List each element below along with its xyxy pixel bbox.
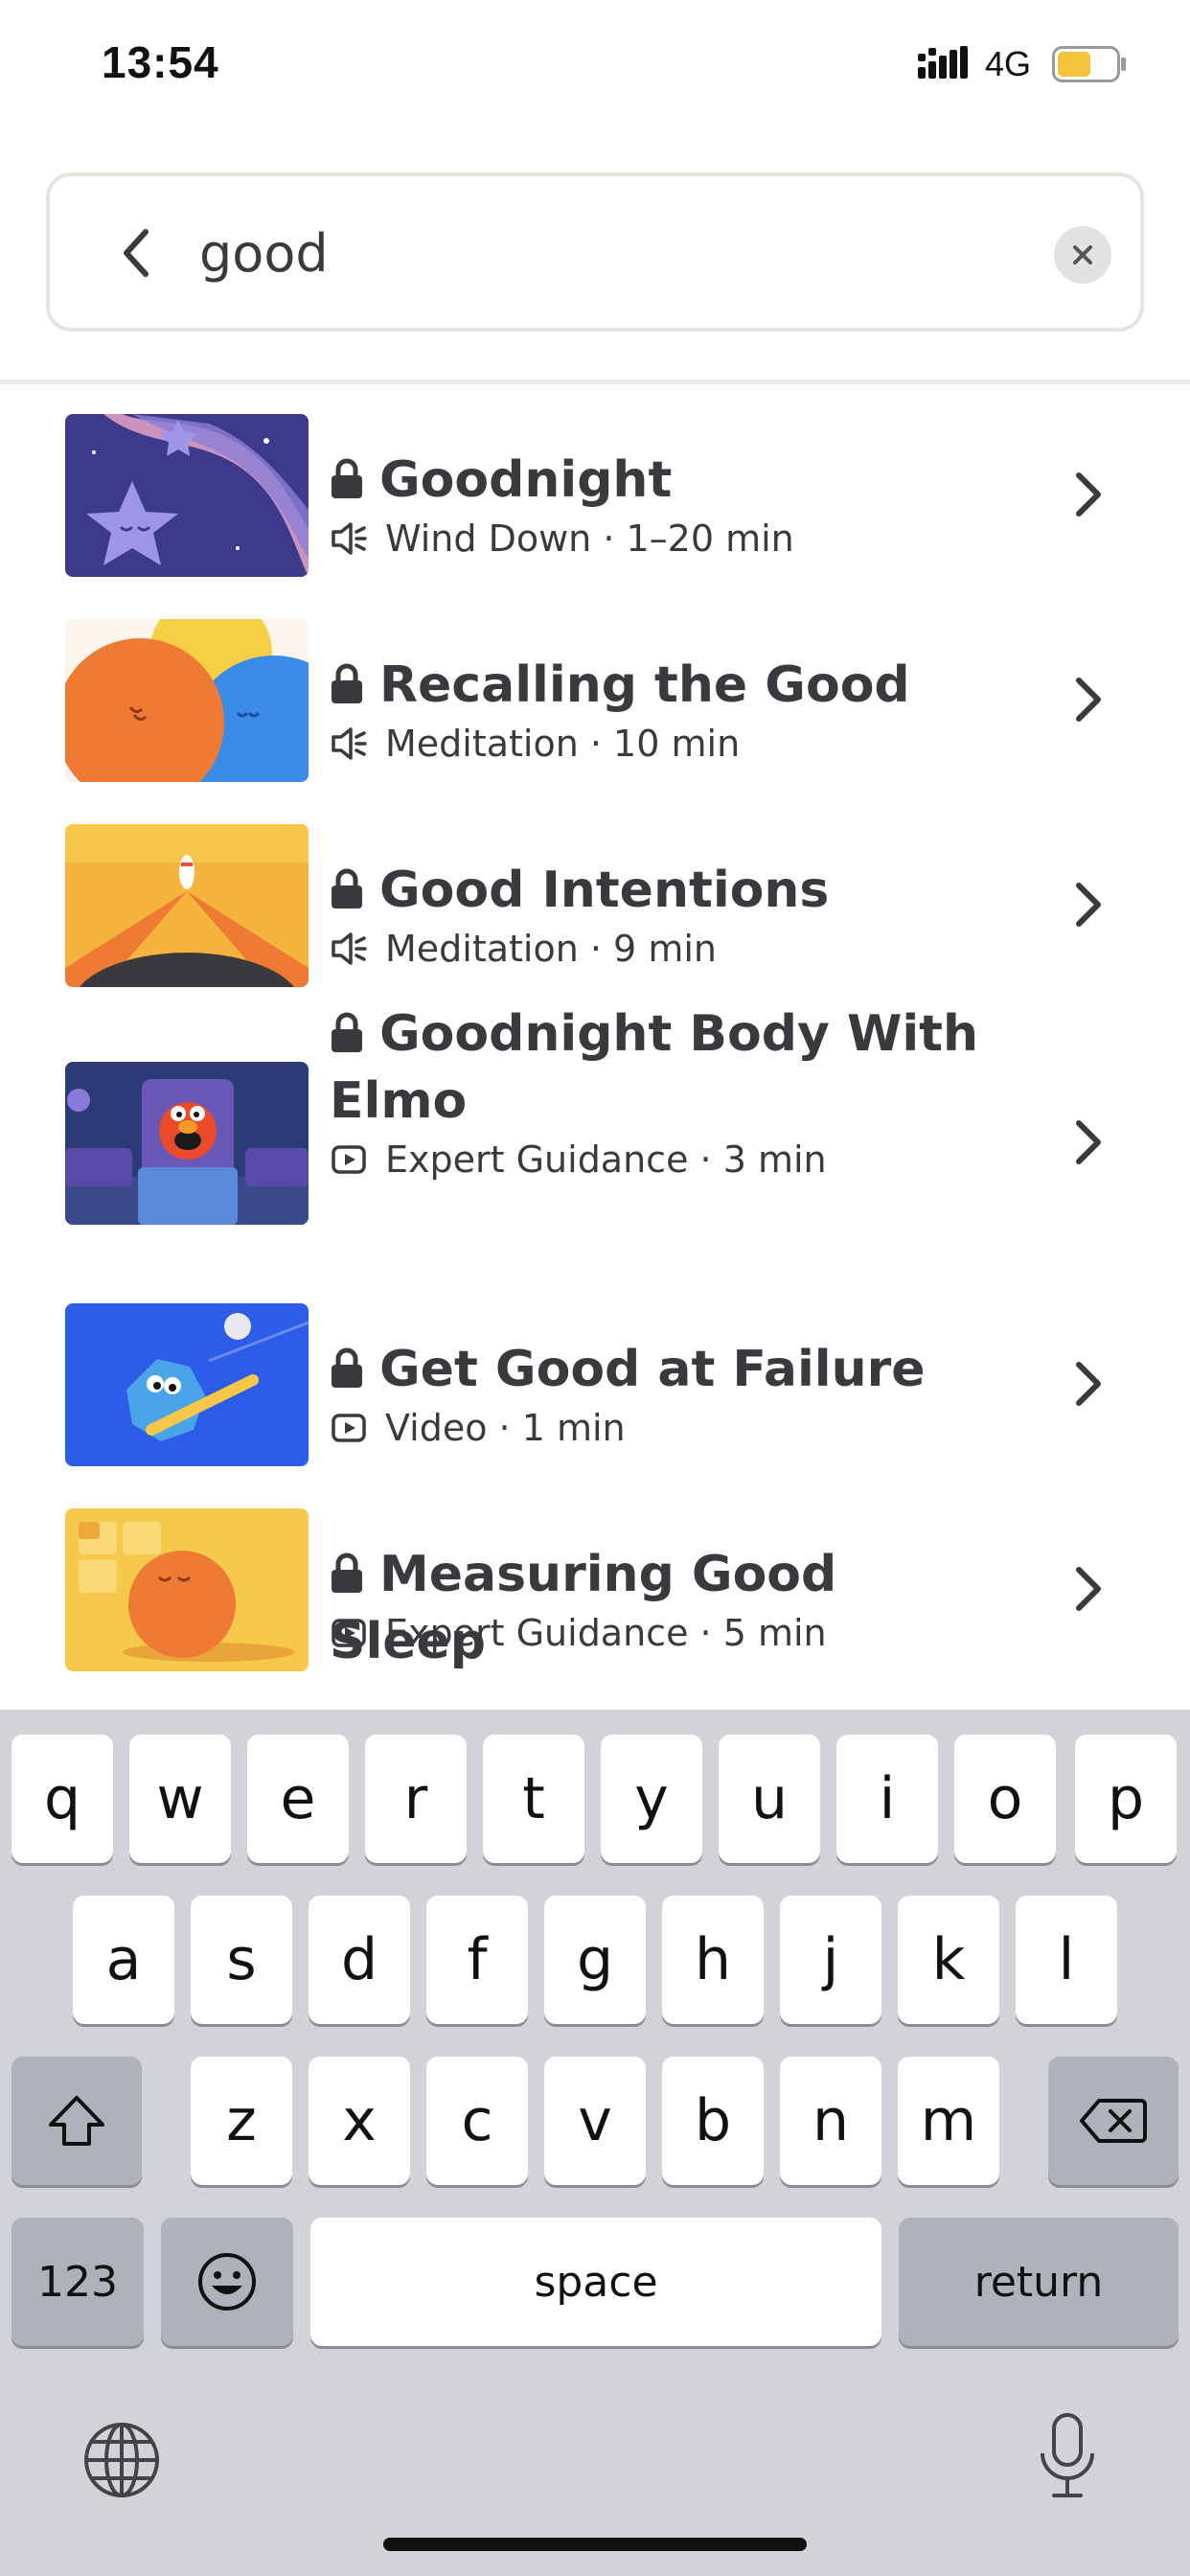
keyboard: q w e r t y u i o p a s d f g h j k l z …: [0, 1710, 1190, 2576]
close-icon: [1073, 245, 1092, 264]
key-d[interactable]: d: [309, 1896, 410, 2024]
thumbnail-goodnight-body-with-elmo: [65, 1062, 309, 1225]
key-q[interactable]: q: [11, 1735, 113, 1863]
home-indicator: [383, 2538, 807, 2551]
backspace-key[interactable]: [1048, 2057, 1179, 2185]
result-meta: Expert Guidance · 3 min: [330, 1138, 827, 1181]
speaker-icon: [332, 932, 367, 965]
result-item[interactable]: Get Good at Failure Video · 1 min: [0, 1273, 1190, 1478]
lock-icon: [332, 868, 362, 908]
key-k[interactable]: k: [898, 1896, 999, 2024]
numbers-key[interactable]: 123: [11, 2218, 144, 2346]
result-item[interactable]: Goodnight Body With Elmo Expert Guidance…: [0, 999, 1190, 1273]
key-t[interactable]: t: [483, 1735, 584, 1863]
key-s[interactable]: s: [191, 1896, 292, 2024]
space-key[interactable]: space: [310, 2218, 881, 2346]
key-h[interactable]: h: [662, 1896, 764, 2024]
key-p[interactable]: p: [1075, 1735, 1177, 1863]
shift-key[interactable]: [11, 2057, 142, 2185]
status-bar: 13:54 4G: [0, 0, 1190, 134]
thumbnail-goodnight: [65, 414, 309, 577]
lock-icon: [332, 458, 362, 498]
key-m[interactable]: m: [898, 2057, 999, 2185]
thumbnail-get-good-at-failure: [65, 1303, 309, 1466]
result-title: Goodnight Body With Elmo: [330, 1005, 979, 1130]
status-time: 13:54: [102, 37, 219, 87]
key-g[interactable]: g: [544, 1896, 646, 2024]
lock-icon: [332, 1012, 362, 1052]
play-icon: [332, 1145, 366, 1174]
play-icon: [332, 1619, 366, 1647]
key-c[interactable]: c: [426, 2057, 528, 2185]
thumbnail-good-intentions: [65, 824, 309, 987]
speaker-icon: [332, 727, 367, 760]
result-title: Goodnight: [330, 447, 991, 514]
lock-icon: [332, 1347, 362, 1388]
key-z[interactable]: z: [191, 2057, 292, 2185]
signal-icon: [918, 46, 968, 79]
key-l[interactable]: l: [1016, 1896, 1117, 2024]
result-title: Good Intentions: [330, 857, 991, 924]
thumbnail-measuring-good-sleep: [65, 1508, 309, 1671]
chevron-right-icon: [1076, 678, 1101, 722]
key-e[interactable]: e: [247, 1735, 349, 1863]
result-meta: Meditation · 9 min: [330, 928, 717, 970]
key-y[interactable]: y: [601, 1735, 702, 1863]
result-meta: Meditation · 10 min: [330, 723, 740, 765]
result-title: Recalling the Good: [330, 652, 991, 719]
play-icon: [332, 1414, 366, 1442]
battery-level: [1058, 52, 1090, 77]
result-meta: Video · 1 min: [330, 1407, 626, 1449]
key-v[interactable]: v: [544, 2057, 646, 2185]
chevron-right-icon: [1076, 1362, 1101, 1406]
return-key[interactable]: return: [899, 2218, 1179, 2346]
chevron-right-icon: [1076, 472, 1101, 517]
key-n[interactable]: n: [780, 2057, 881, 2185]
network-label: 4G: [985, 44, 1032, 83]
key-u[interactable]: u: [719, 1735, 820, 1863]
result-title: Measuring Good Sleep: [330, 1546, 837, 1670]
emoji-key[interactable]: [161, 2218, 293, 2346]
key-b[interactable]: b: [662, 2057, 764, 2185]
result-item[interactable]: Goodnight Wind Down · 1–20 min: [0, 383, 1190, 588]
chevron-left-icon[interactable]: [117, 226, 155, 280]
key-i[interactable]: i: [836, 1735, 938, 1863]
result-meta: Wind Down · 1–20 min: [330, 518, 794, 560]
key-x[interactable]: x: [309, 2057, 410, 2185]
result-item[interactable]: Good Intentions Meditation · 9 min: [0, 794, 1190, 999]
key-w[interactable]: w: [129, 1735, 231, 1863]
chevron-right-icon: [1076, 1120, 1101, 1164]
chevron-right-icon: [1076, 883, 1101, 927]
thumbnail-recalling-the-good: [65, 619, 309, 782]
result-title: Get Good at Failure: [330, 1336, 991, 1403]
backspace-icon: [1080, 2099, 1147, 2143]
result-item[interactable]: Measuring Good Sleep Expert Guidance · 5…: [0, 1478, 1190, 1683]
key-j[interactable]: j: [780, 1896, 881, 2024]
search-input[interactable]: [199, 215, 966, 291]
result-item[interactable]: Recalling the Good Meditation · 10 min: [0, 588, 1190, 794]
key-a[interactable]: a: [73, 1896, 174, 2024]
clear-search-button[interactable]: [1054, 226, 1111, 284]
battery-icon: [1052, 46, 1126, 82]
emoji-icon: [198, 2253, 256, 2311]
speaker-icon: [332, 522, 367, 555]
key-r[interactable]: r: [365, 1735, 467, 1863]
chevron-right-icon: [1076, 1567, 1101, 1611]
shift-icon: [49, 2096, 104, 2146]
lock-icon: [332, 663, 362, 703]
microphone-icon[interactable]: [1037, 2411, 1098, 2501]
key-o[interactable]: o: [954, 1735, 1056, 1863]
key-f[interactable]: f: [426, 1896, 528, 2024]
result-meta: Expert Guidance · 5 min: [330, 1612, 827, 1654]
search-box[interactable]: [46, 172, 1144, 332]
lock-icon: [332, 1552, 362, 1593]
globe-icon[interactable]: [82, 2421, 161, 2499]
